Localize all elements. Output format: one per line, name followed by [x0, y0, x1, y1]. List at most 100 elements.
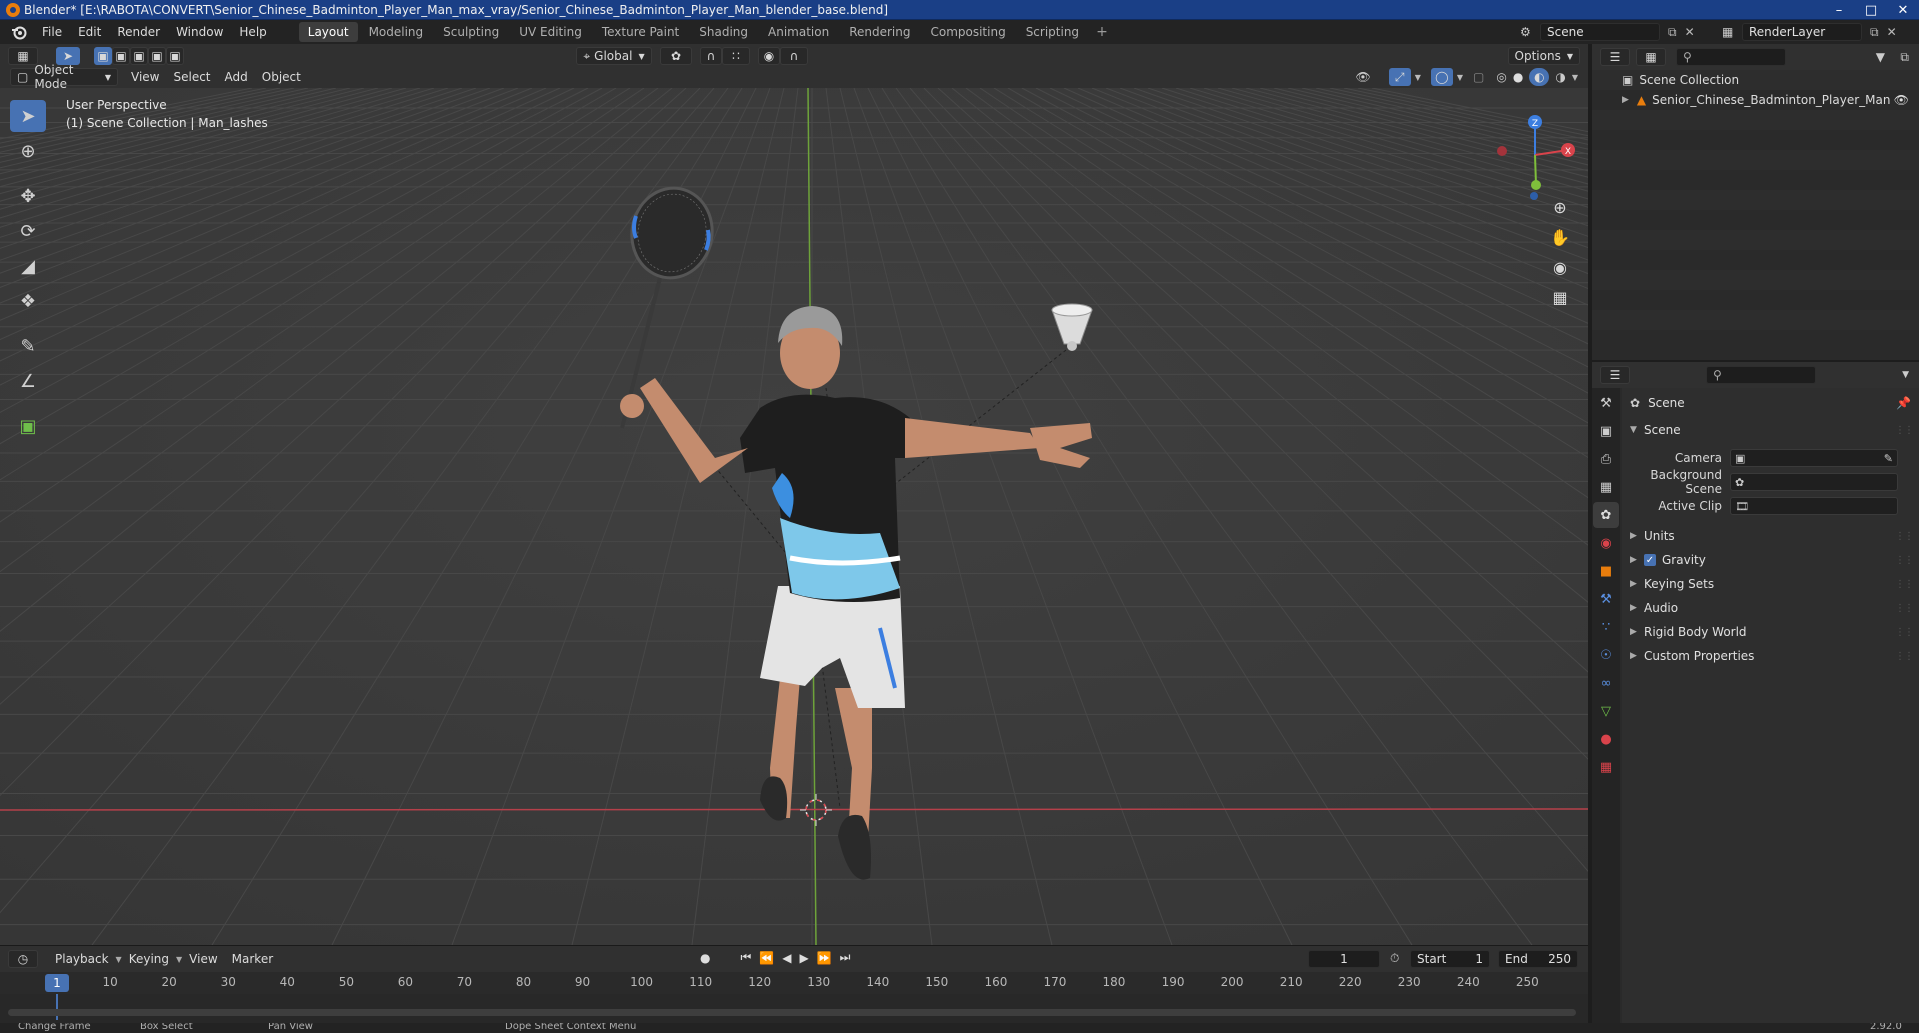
render-layer-selector[interactable]: ▦ RenderLayer ⧉ ✕ [1722, 22, 1912, 42]
ruler-current-frame[interactable]: 1 [45, 974, 69, 992]
menu-add[interactable]: Add [218, 70, 255, 84]
tab-data[interactable]: ▽ [1593, 698, 1619, 724]
outliner-object-row[interactable]: ▶ ▲ Senior_Chinese_Badminton_Player_Man … [1592, 90, 1919, 110]
gravity-panel-header[interactable]: ▶ ✓ Gravity ⋮⋮ [1622, 548, 1919, 572]
gravity-checkbox[interactable]: ✓ [1644, 554, 1656, 566]
tab-animation[interactable]: Animation [759, 22, 838, 42]
snap-toggle[interactable]: ∩ [700, 47, 722, 65]
playhead[interactable] [56, 994, 58, 1020]
timeline-ruler[interactable]: 1 10 20 30 40 50 60 70 80 90 100 110 120 130 140 150 16… [0, 972, 1588, 994]
wireframe-shading-icon[interactable]: ◎ [1496, 70, 1506, 84]
tab-view-layer[interactable]: ▦ [1593, 474, 1619, 500]
new-collection-icon[interactable]: ⧉ [1900, 50, 1909, 65]
pivot-point-dropdown[interactable]: ✿ [660, 47, 692, 65]
camera-field[interactable]: ▣ ✎ [1730, 449, 1898, 467]
scene-selector[interactable]: ⚙ Scene ⧉ ✕ [1520, 22, 1710, 42]
timeline-scrollbar[interactable] [8, 1009, 1576, 1016]
tab-scripting[interactable]: Scripting [1017, 22, 1088, 42]
rigid-body-world-panel-header[interactable]: ▶ Rigid Body World ⋮⋮ [1622, 620, 1919, 644]
tab-sculpting[interactable]: Sculpting [434, 22, 508, 42]
visibility-eye-icon[interactable]: 👁 [1356, 70, 1371, 84]
play-icon[interactable]: ▶ [799, 951, 808, 965]
measure-tool[interactable]: ∠ [10, 365, 46, 397]
camera-view-button[interactable]: ◉ [1545, 252, 1575, 282]
panel-drag-handle-icon[interactable]: ⋮⋮ [1895, 579, 1914, 590]
menu-file[interactable]: File [34, 20, 70, 44]
delete-render-layer-icon[interactable]: ✕ [1887, 25, 1897, 39]
new-scene-icon[interactable]: ⧉ [1668, 25, 1677, 40]
tab-output[interactable]: ⎙ [1593, 446, 1619, 472]
background-scene-field[interactable]: ✿ [1730, 473, 1898, 491]
add-cube-tool[interactable]: ▣ [10, 410, 46, 442]
transform-tool[interactable]: ❖ [10, 285, 46, 317]
eye-visibility-icon[interactable]: 👁 [1894, 93, 1909, 107]
panel-drag-handle-icon[interactable]: ⋮⋮ [1895, 603, 1914, 614]
material-preview-shading-button[interactable]: ◐ [1529, 68, 1550, 86]
filter-icon[interactable]: ▼ [1876, 50, 1885, 64]
rendered-shading-icon[interactable]: ◑ [1555, 70, 1565, 84]
tab-material[interactable]: ● [1593, 726, 1619, 752]
3d-viewport[interactable]: User Perspective (1) Scene Collection | … [0, 88, 1588, 945]
menu-edit[interactable]: Edit [70, 20, 109, 44]
solid-shading-icon[interactable]: ● [1513, 70, 1523, 84]
scene-panel-header[interactable]: ▼ Scene ⋮⋮ [1622, 418, 1919, 442]
tab-tool[interactable]: ⚒ [1593, 390, 1619, 416]
annotate-tool[interactable]: ✎ [10, 330, 46, 362]
gizmo-toggle[interactable]: ⤢ [1388, 68, 1411, 86]
tab-particles[interactable]: ∵ [1593, 614, 1619, 640]
scale-tool[interactable]: ◢ [10, 250, 46, 282]
scene-name-field[interactable]: Scene [1540, 23, 1660, 41]
menu-render[interactable]: Render [109, 20, 168, 44]
tab-compositing[interactable]: Compositing [921, 22, 1014, 42]
cursor-tool[interactable]: ⊕ [10, 135, 46, 167]
expand-arrow-icon[interactable]: ▶ [1622, 95, 1629, 105]
tab-world[interactable]: ◉ [1593, 530, 1619, 556]
tab-physics[interactable]: ☉ [1593, 642, 1619, 668]
xray-toggle-icon[interactable]: ▢ [1473, 70, 1484, 84]
tab-constraints[interactable]: ∞ [1593, 670, 1619, 696]
active-clip-field[interactable]: 🎞 [1730, 497, 1898, 515]
chevron-down-icon[interactable]: ▼ [1457, 73, 1463, 82]
jump-start-icon[interactable]: ⏮ [740, 950, 751, 965]
properties-editor-type-button[interactable]: ☰ [1600, 366, 1630, 384]
options-dropdown[interactable]: Options ▼ [1507, 47, 1580, 65]
panel-drag-handle-icon[interactable]: ⋮⋮ [1895, 531, 1914, 542]
rotate-tool[interactable]: ⟳ [10, 215, 46, 247]
delete-scene-icon[interactable]: ✕ [1685, 25, 1695, 39]
record-icon[interactable]: ● [700, 951, 710, 965]
tab-texture[interactable]: ▦ [1593, 754, 1619, 780]
keying-sets-panel-header[interactable]: ▶ Keying Sets ⋮⋮ [1622, 572, 1919, 596]
tab-render[interactable]: ▣ [1593, 418, 1619, 444]
chevron-down-icon[interactable]: ▼ [1572, 73, 1578, 82]
overlays-toggle[interactable]: ◯ [1430, 68, 1453, 86]
perspective-toggle-button[interactable]: ▦ [1545, 282, 1575, 312]
menu-select[interactable]: Select [166, 70, 217, 84]
move-tool[interactable]: ✥ [10, 180, 46, 212]
pan-button[interactable]: ✋ [1545, 222, 1575, 252]
tab-layout[interactable]: Layout [298, 22, 358, 42]
panel-drag-handle-icon[interactable]: ⋮⋮ [1895, 627, 1914, 638]
select-box-tool[interactable]: ➤ [10, 100, 46, 132]
timeline-editor-type-button[interactable]: ◷ [8, 950, 38, 968]
object-mode-dropdown[interactable]: ▢ Object Mode ▼ [10, 63, 118, 91]
pin-icon[interactable]: 📌 [1896, 396, 1911, 410]
tab-scene[interactable]: ✿ [1593, 502, 1619, 528]
menu-playback[interactable]: Playback [48, 952, 116, 966]
chevron-down-icon[interactable]: ▼ [1415, 73, 1421, 82]
new-render-layer-icon[interactable]: ⧉ [1870, 25, 1879, 40]
menu-keying[interactable]: Keying [122, 952, 176, 966]
menu-object[interactable]: Object [255, 70, 308, 84]
menu-view[interactable]: View [124, 70, 166, 84]
outliner-scene-collection[interactable]: ▣ Scene Collection [1592, 70, 1919, 90]
display-mode-dropdown[interactable]: ▦ [1636, 48, 1666, 66]
next-keyframe-icon[interactable]: ⏩ [817, 951, 832, 965]
units-panel-header[interactable]: ▶ Units ⋮⋮ [1622, 524, 1919, 548]
panel-drag-handle-icon[interactable]: ⋮⋮ [1895, 555, 1914, 566]
minimize-button[interactable]: – [1823, 0, 1855, 20]
panel-drag-handle-icon[interactable]: ⋮⋮ [1895, 651, 1914, 662]
close-button[interactable]: ✕ [1887, 0, 1919, 20]
current-frame-field[interactable]: 1 [1308, 950, 1380, 968]
tab-rendering[interactable]: Rendering [840, 22, 919, 42]
chevron-down-icon[interactable]: ▼ [1902, 370, 1909, 380]
tab-shading[interactable]: Shading [690, 22, 757, 42]
